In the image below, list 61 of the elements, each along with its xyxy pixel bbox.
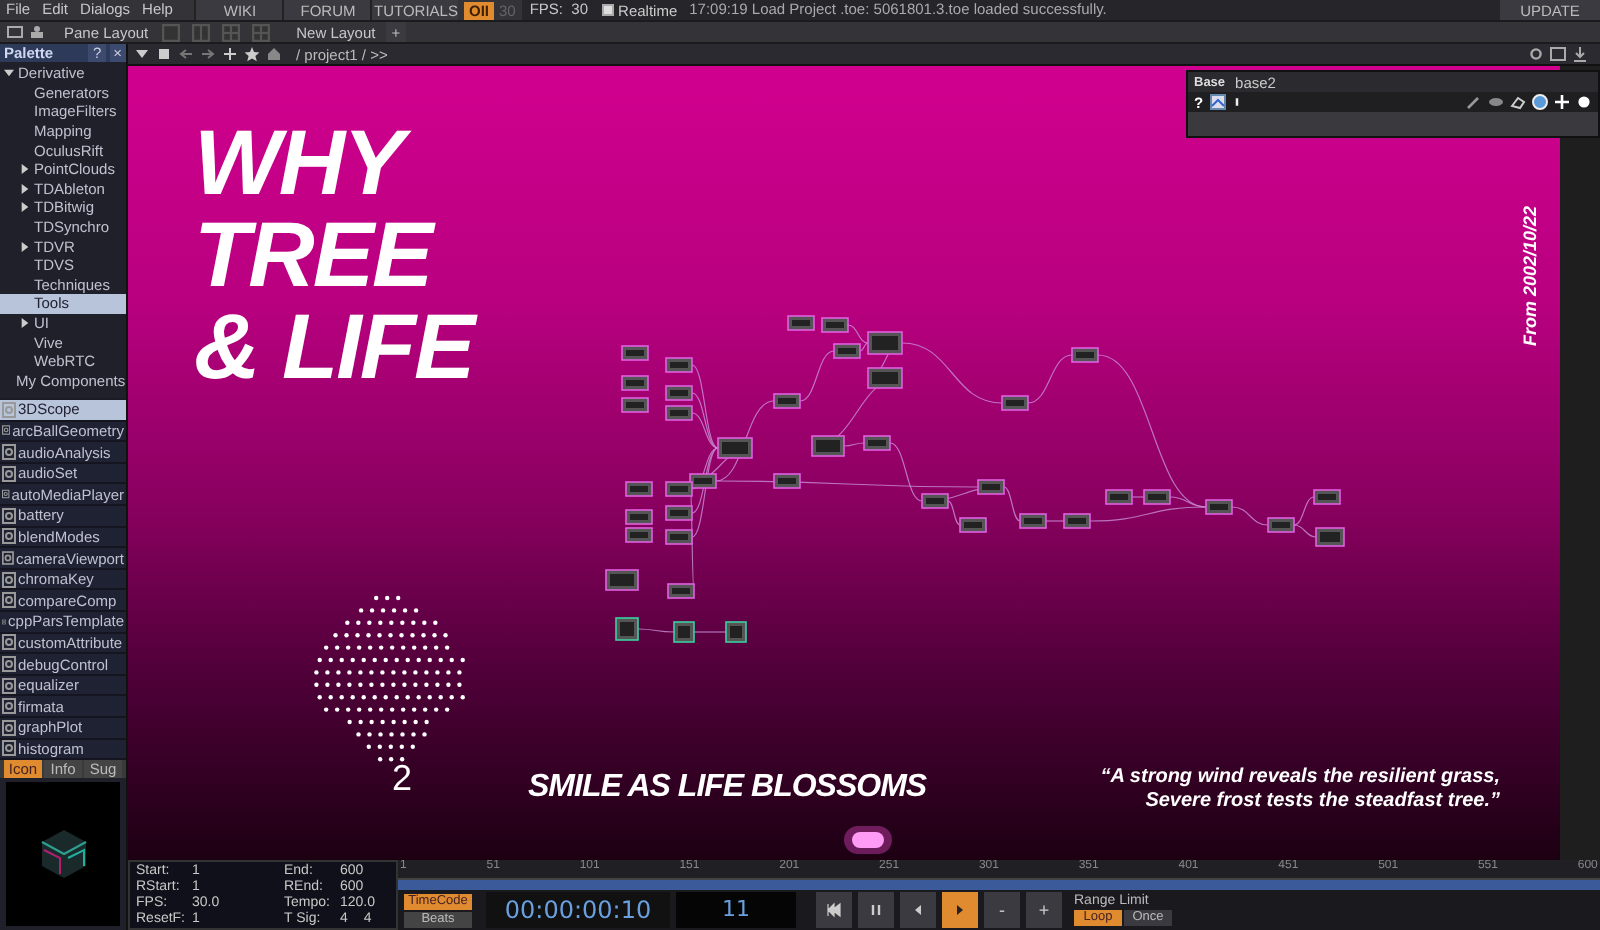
rewind-button[interactable] — [816, 892, 852, 928]
forward-icon[interactable] — [200, 46, 216, 62]
component-icon — [2, 528, 16, 545]
collapsed-arrow-icon[interactable] — [20, 202, 30, 213]
component-icon — [2, 507, 16, 524]
layout-icon[interactable] — [6, 24, 24, 40]
frame-field[interactable]: 11 — [676, 892, 796, 928]
back-icon[interactable] — [178, 46, 194, 62]
component-icon — [2, 401, 16, 418]
gear-icon[interactable] — [1528, 46, 1544, 62]
step-button[interactable]: - — [984, 892, 1020, 928]
window-icon[interactable] — [1550, 46, 1566, 62]
component-icon — [2, 422, 11, 439]
title-line: WHY — [194, 116, 474, 208]
pause-button[interactable] — [858, 892, 894, 928]
collapsed-arrow-icon[interactable] — [20, 241, 30, 252]
glow-blob-drawing — [844, 826, 892, 854]
globe-icon[interactable] — [1532, 94, 1548, 110]
component-icon — [2, 634, 16, 651]
pencil-icon[interactable] — [1466, 94, 1482, 110]
component-icon — [2, 465, 16, 482]
collapsed-arrow-icon[interactable] — [20, 318, 30, 329]
caption-text: SMILE AS LIFE BLOSSOMS — [528, 770, 927, 806]
component-icon — [2, 677, 16, 694]
star-icon[interactable] — [244, 46, 260, 62]
quote-line: Severe frost tests the steadfast tree.” — [1145, 790, 1500, 814]
component-icon — [2, 719, 16, 736]
component-icon — [2, 486, 10, 503]
dot-icon[interactable] — [1576, 94, 1592, 110]
collapsed-arrow-icon[interactable] — [20, 183, 30, 194]
component-icon — [2, 571, 16, 588]
component-icon — [2, 592, 16, 609]
timecode-field[interactable]: 00:00:00:10 — [486, 892, 670, 928]
play-icon — [952, 902, 968, 918]
back-button[interactable] — [900, 892, 936, 928]
image-icon[interactable] — [1209, 94, 1226, 110]
step-button[interactable]: + — [1026, 892, 1062, 928]
component-icon — [2, 698, 16, 715]
pause-icon — [868, 902, 884, 918]
share-icon[interactable] — [28, 24, 46, 40]
face-number: 2 — [392, 758, 413, 800]
expanded-arrow-icon[interactable] — [4, 68, 14, 79]
info-icon[interactable] — [1231, 94, 1242, 110]
back-icon — [910, 902, 926, 918]
quote-line: “A strong wind reveals the resilient grass, — [1100, 766, 1500, 790]
component-icon — [2, 550, 14, 567]
comment-icon[interactable] — [1488, 94, 1504, 110]
collapsed-arrow-icon[interactable] — [20, 164, 30, 175]
component-icon — [2, 740, 16, 757]
title-line: & LIFE — [194, 300, 474, 392]
play-button[interactable] — [942, 892, 978, 928]
date-text: From 2002/10/22 — [1520, 206, 1540, 347]
component-icon — [2, 444, 16, 461]
eraser-icon[interactable] — [1510, 94, 1526, 110]
stop-icon[interactable] — [156, 46, 172, 62]
rewind-icon — [826, 902, 842, 918]
title-line: TREE — [194, 208, 438, 300]
component-icon — [2, 656, 16, 673]
plus-icon[interactable] — [222, 46, 238, 62]
download-icon[interactable] — [1572, 46, 1588, 62]
cube-icon — [37, 826, 89, 883]
